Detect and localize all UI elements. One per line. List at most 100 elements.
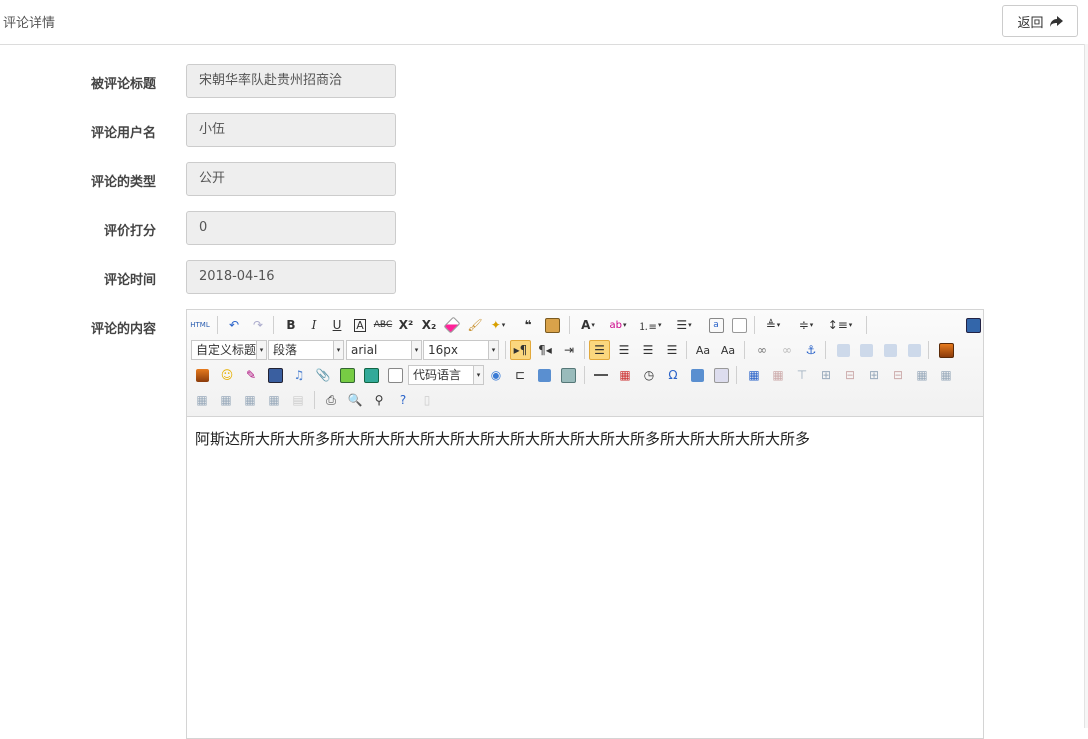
row-spacing-top-icon[interactable]: ≜ ▾ (764, 316, 782, 334)
preview-icon[interactable]: 🔍 (346, 391, 364, 409)
rtl-direction-icon[interactable]: ¶◂ (536, 341, 554, 359)
attachment-icon[interactable]: 📎 (314, 366, 332, 384)
paste-text-icon[interactable] (543, 316, 561, 334)
image-right-icon[interactable] (881, 341, 899, 359)
merge-right-icon[interactable]: ▦ (937, 366, 955, 384)
indent-icon[interactable]: ⇥ (560, 341, 578, 359)
time-field[interactable]: 2018-04-16 (186, 260, 396, 294)
italic-icon[interactable]: I (305, 316, 323, 334)
image-center-icon[interactable] (905, 341, 923, 359)
superscript-icon[interactable]: X² (397, 316, 415, 334)
split-to-cols-icon[interactable]: ▦ (265, 391, 283, 409)
align-justify-icon[interactable]: ☰ (663, 341, 681, 359)
redo-icon[interactable]: ↷ (249, 316, 267, 334)
insert-frame-icon[interactable] (386, 366, 404, 384)
insert-table-icon[interactable]: ▦ (745, 366, 763, 384)
font-size-select[interactable]: 16px ▾ (423, 340, 499, 360)
strikethrough-icon[interactable]: ABC (374, 316, 392, 334)
row-spacing-bottom-icon[interactable]: ≑ ▾ (797, 316, 815, 334)
subscript-icon[interactable]: X₂ (420, 316, 438, 334)
chevron-down-icon: ▾ (473, 366, 483, 384)
html-source-icon[interactable]: HTML (190, 316, 209, 334)
align-center-icon[interactable]: ☰ (615, 341, 633, 359)
merge-cells-icon[interactable]: ▦ (913, 366, 931, 384)
line-height-icon[interactable]: ↕≡ ▾ (828, 316, 853, 334)
separator (273, 316, 274, 334)
image-none-icon[interactable] (834, 341, 852, 359)
delete-table-icon[interactable]: ▦ (769, 366, 787, 384)
webapp-icon[interactable]: ◉ (487, 366, 505, 384)
lowercase-icon[interactable]: Aa (719, 341, 737, 359)
score-field[interactable]: 0 (186, 211, 396, 245)
format-brush-icon[interactable]: 🖌 (466, 316, 484, 334)
page-break-icon[interactable]: ⊏ (511, 366, 529, 384)
unordered-list-icon[interactable]: ☰ ▾ (675, 316, 693, 334)
custom-title-select[interactable]: 自定义标题 ▾ (191, 340, 267, 360)
split-to-cells-icon[interactable]: ▦ (217, 391, 235, 409)
uppercase-icon[interactable]: Aa (694, 341, 712, 359)
anchor-icon[interactable]: ⚓ (802, 341, 820, 359)
insert-row-icon[interactable]: ⊞ (817, 366, 835, 384)
link-icon[interactable]: ∞ (753, 341, 771, 359)
drafts-icon[interactable]: ▯ (418, 391, 436, 409)
blockquote-icon[interactable]: ❝ (519, 316, 537, 334)
insert-code-icon[interactable]: a (707, 316, 725, 334)
bold-icon[interactable]: B (282, 316, 300, 334)
date-icon[interactable]: ▦ (616, 366, 634, 384)
highlight-color-icon[interactable]: ab ▾ (609, 316, 627, 334)
special-chars-icon[interactable]: Ω (664, 366, 682, 384)
time-icon[interactable]: ◷ (640, 366, 658, 384)
emoticon-icon[interactable]: ☺ (218, 366, 236, 384)
paragraph-select[interactable]: 段落 ▾ (268, 340, 344, 360)
font-size-value: 16px (428, 343, 458, 357)
font-border-icon[interactable]: A (351, 316, 369, 334)
back-button[interactable]: 返回 (1002, 5, 1078, 37)
insert-image-icon[interactable] (937, 341, 955, 359)
map-icon[interactable] (338, 366, 356, 384)
unlink-icon[interactable]: ∞ (778, 341, 796, 359)
help-icon[interactable]: ? (394, 391, 412, 409)
username-field[interactable]: 小伍 (186, 113, 396, 147)
delete-row-icon[interactable]: ⊟ (841, 366, 859, 384)
insert-paragraph-before-table-icon[interactable]: ⊤ (793, 366, 811, 384)
video-icon[interactable] (266, 366, 284, 384)
split-to-rows-icon[interactable]: ▦ (241, 391, 259, 409)
editor-content[interactable]: 阿斯达所大所大所多所大所大所大所大所大所大所大所大所大所大所多所大所大所大所大所… (195, 428, 810, 449)
align-left-icon[interactable]: ☰ (589, 340, 610, 360)
separator (825, 341, 826, 359)
snapscreen-icon[interactable] (688, 366, 706, 384)
font-color-icon[interactable]: A ▾ (579, 316, 597, 334)
auto-format-icon[interactable]: ✦ ▾ (489, 316, 507, 334)
merge-down-icon[interactable]: ▦ (193, 391, 211, 409)
form-row-score: 评价打分 0 (0, 211, 1000, 245)
music-icon[interactable]: ♫ (290, 366, 308, 384)
chevron-down-icon: ▾ (256, 341, 266, 359)
eraser-icon[interactable] (443, 316, 461, 334)
image-left-icon[interactable] (857, 341, 875, 359)
ordered-list-icon[interactable]: ⒈≡ ▾ (639, 316, 662, 334)
horizontal-rule-icon[interactable] (592, 366, 610, 384)
font-family-select[interactable]: arial ▾ (346, 340, 422, 360)
delete-col-icon[interactable]: ⊟ (889, 366, 907, 384)
align-right-icon[interactable]: ☰ (639, 341, 657, 359)
separator (928, 341, 929, 359)
type-field[interactable]: 公开 (186, 162, 396, 196)
underline-icon[interactable]: U (328, 316, 346, 334)
search-replace-icon[interactable]: ⚲ (370, 391, 388, 409)
title-field[interactable]: 宋朝华率队赴贵州招商洽 (186, 64, 396, 98)
background-icon[interactable] (559, 366, 577, 384)
fullscreen-icon[interactable] (964, 316, 982, 334)
code-language-select[interactable]: 代码语言 ▾ (408, 365, 484, 385)
chart-icon[interactable]: ▤ (289, 391, 307, 409)
print-icon[interactable]: ⎙ (322, 391, 340, 409)
scrawl-icon[interactable]: ✎ (242, 366, 260, 384)
template-icon[interactable] (535, 366, 553, 384)
page-break-icon[interactable] (730, 316, 748, 334)
multi-image-icon[interactable] (193, 366, 211, 384)
ltr-direction-icon[interactable]: ▸¶ (510, 340, 531, 360)
rich-text-editor[interactable]: HTML ↶ ↷ B I U A ABC X² X₂ 🖌 ✦ ▾ ❝ A ▾ ab ▾… (186, 309, 984, 739)
gmap-icon[interactable] (362, 366, 380, 384)
undo-icon[interactable]: ↶ (225, 316, 243, 334)
word-image-icon[interactable] (712, 366, 730, 384)
insert-col-icon[interactable]: ⊞ (865, 366, 883, 384)
